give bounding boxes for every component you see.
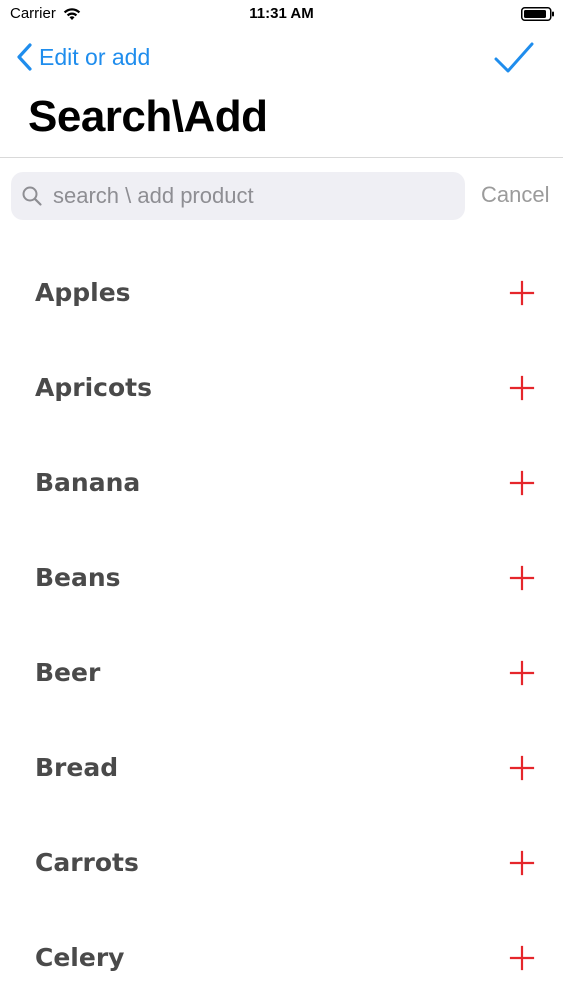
- chevron-left-icon: [17, 43, 32, 71]
- product-name: Bread: [35, 753, 119, 782]
- status-time: 11:31 AM: [249, 5, 314, 22]
- product-name: Apples: [35, 278, 131, 307]
- list-item[interactable]: Beer: [0, 625, 563, 720]
- product-name: Carrots: [35, 848, 139, 877]
- header-divider: [0, 157, 563, 158]
- plus-icon[interactable]: [507, 563, 537, 593]
- list-item[interactable]: Carrots: [0, 815, 563, 910]
- plus-icon[interactable]: [507, 848, 537, 878]
- list-item[interactable]: Beans: [0, 530, 563, 625]
- plus-icon[interactable]: [507, 373, 537, 403]
- plus-icon[interactable]: [507, 278, 537, 308]
- product-name: Celery: [35, 943, 125, 972]
- cancel-button[interactable]: Cancel: [481, 182, 549, 208]
- plus-icon[interactable]: [507, 658, 537, 688]
- plus-icon[interactable]: [507, 943, 537, 973]
- search-bar[interactable]: [11, 172, 465, 220]
- checkmark-icon[interactable]: [493, 40, 535, 76]
- plus-icon[interactable]: [507, 753, 537, 783]
- list-item[interactable]: Celery: [0, 910, 563, 1005]
- list-item[interactable]: Apples: [0, 245, 563, 340]
- product-list: Apples Apricots Banana Beans Beer Bread: [0, 245, 563, 1005]
- back-button-label: Edit or add: [39, 43, 151, 70]
- product-name: Beer: [35, 658, 101, 687]
- product-name: Banana: [35, 468, 141, 497]
- product-name: Beans: [35, 563, 121, 592]
- product-name: Apricots: [35, 373, 152, 402]
- search-icon: [22, 186, 42, 206]
- status-bar: Carrier 11:31 AM: [0, 0, 563, 30]
- battery-icon: [521, 7, 554, 21]
- plus-icon[interactable]: [507, 468, 537, 498]
- list-item[interactable]: Bread: [0, 720, 563, 815]
- page-title: Search\Add: [28, 92, 268, 141]
- navigation-bar: Edit or add: [0, 30, 563, 85]
- search-input[interactable]: [51, 182, 445, 210]
- back-button[interactable]: Edit or add: [16, 42, 150, 72]
- list-item[interactable]: Banana: [0, 435, 563, 530]
- list-item[interactable]: Apricots: [0, 340, 563, 435]
